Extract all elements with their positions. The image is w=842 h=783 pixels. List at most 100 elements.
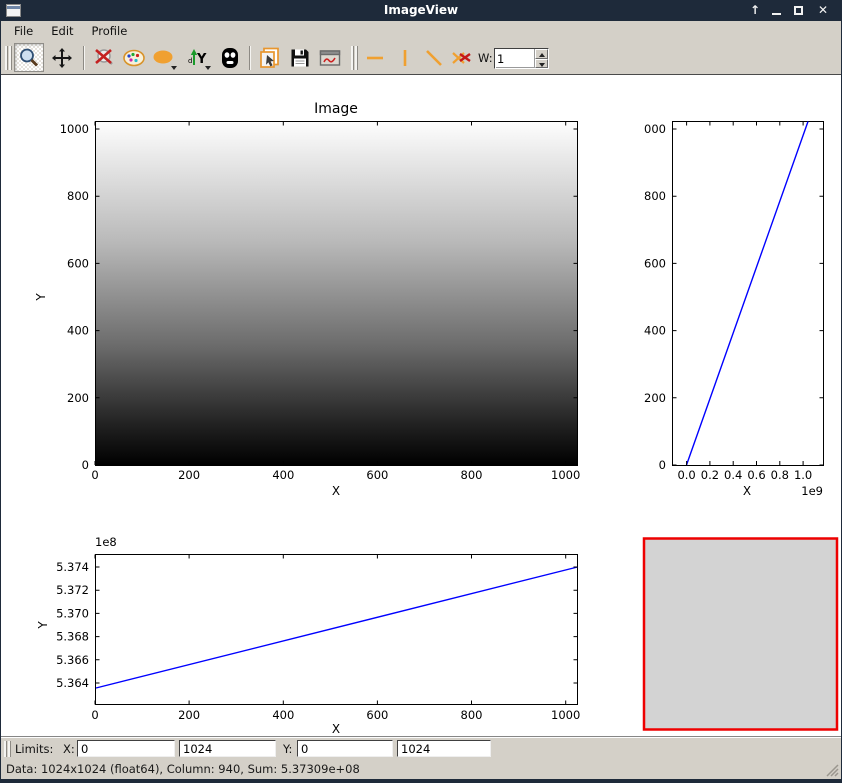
svg-text:Y: Y <box>196 52 207 67</box>
y-profile-plot[interactable]: 000 800 600 400 200 0 0.0 0.2 0.4 0.6 0.… <box>644 122 823 499</box>
menubar: File Edit Profile <box>1 21 841 41</box>
y-profile-xlabel: X <box>743 484 751 498</box>
y-max-input[interactable] <box>397 740 491 757</box>
ytick-label: 5.370 <box>56 606 89 620</box>
diagonal-profile-button[interactable] <box>419 43 449 72</box>
hline-profile-icon <box>364 46 388 70</box>
y-profile-offset-text: 1e9 <box>801 484 823 498</box>
xtick-label: 800 <box>461 468 483 482</box>
menu-file[interactable]: File <box>7 22 40 40</box>
limits-bar: Limits: X: Y: <box>1 737 841 759</box>
ytick-label: 0 <box>82 458 89 472</box>
ytick-label: 400 <box>67 324 89 338</box>
ytick-label: 1000 <box>60 122 89 136</box>
palette-icon <box>122 46 146 70</box>
ytick-label: 400 <box>644 324 666 338</box>
export-plot-button[interactable] <box>315 43 345 72</box>
ytick-label: 800 <box>67 189 89 203</box>
palette-button[interactable] <box>119 43 149 72</box>
ytick-label: 5.368 <box>56 630 89 644</box>
zoom-button[interactable] <box>14 43 44 72</box>
x-profile-xlabel: X <box>332 722 340 736</box>
ytick-label: 5.364 <box>56 676 89 690</box>
xtick-label: 0 <box>91 708 98 722</box>
close-button[interactable]: ✕ <box>814 2 832 19</box>
figure-svg: Image 1000 800 600 400 200 0 0 200 400 6… <box>1 75 841 737</box>
ytick-label: 200 <box>67 391 89 405</box>
xtick-label: 200 <box>178 468 200 482</box>
profile-toolbar-drag-handle[interactable] <box>351 46 358 70</box>
ytick-label: 5.366 <box>56 653 89 667</box>
maximize-button[interactable] <box>790 2 808 19</box>
vline-profile-icon <box>394 46 418 70</box>
limits-label: Limits: <box>15 742 53 756</box>
image-plot[interactable]: Image 1000 800 600 400 200 0 0 200 400 6… <box>34 101 580 498</box>
limits-drag-handle[interactable] <box>4 741 11 757</box>
ytick-label: 5.372 <box>56 583 89 597</box>
minimize-icon <box>772 13 781 15</box>
menu-edit[interactable]: Edit <box>44 22 80 40</box>
xtick-label: 200 <box>178 708 200 722</box>
figure-canvas[interactable]: Image 1000 800 600 400 200 0 0 200 400 6… <box>1 75 841 737</box>
xtick-label: 400 <box>272 468 294 482</box>
menu-profile[interactable]: Profile <box>85 22 135 40</box>
y-profile-frame <box>673 122 824 466</box>
export-plot-icon <box>318 46 342 70</box>
resize-grip-icon[interactable] <box>826 764 839 777</box>
zoom-reset-button[interactable] <box>89 43 119 72</box>
x-profile-frame <box>96 555 578 705</box>
image-plot-title: Image <box>314 101 358 117</box>
window-title: ImageView <box>0 3 842 17</box>
minimize-button[interactable] <box>768 2 786 19</box>
pan-icon <box>51 47 73 69</box>
toolbar-separator <box>83 46 85 70</box>
ytick-label: 0 <box>659 458 666 472</box>
width-input[interactable] <box>497 50 533 67</box>
imageview-window: ImageView ↑ ✕ File Edit Profile <box>0 0 842 783</box>
image-gradient[interactable] <box>96 122 577 465</box>
hline-profile-button[interactable] <box>361 43 391 72</box>
x-min-input[interactable] <box>77 740 175 757</box>
y-min-input[interactable] <box>297 740 393 757</box>
pan-button[interactable] <box>47 43 77 72</box>
ellipse-region-button[interactable] <box>149 43 179 72</box>
x-max-input[interactable] <box>179 740 276 757</box>
titlebar[interactable]: ImageView ↑ ✕ <box>0 0 842 21</box>
xtick-label: 0.0 <box>677 468 695 482</box>
ytick-label: 5.374 <box>56 560 89 574</box>
y-limits-label: Y: <box>283 742 292 756</box>
ytick-label: 000 <box>644 122 666 136</box>
selection-panel[interactable] <box>644 539 837 730</box>
shade-button[interactable]: ↑ <box>746 2 764 19</box>
xtick-label: 600 <box>366 468 388 482</box>
xtick-label: 0.4 <box>724 468 742 482</box>
xtick-label: 0.6 <box>747 468 765 482</box>
status-text: Data: 1024x1024 (float64), Column: 940, … <box>6 762 360 776</box>
xtick-label: 600 <box>366 708 388 722</box>
x-profile-plot[interactable]: 1e8 5.374 5.372 5.370 5.368 5.366 5.364 … <box>36 535 580 736</box>
image-plot-xlabel: X <box>332 484 340 498</box>
svg-text:d: d <box>188 57 192 65</box>
dropdown-arrow-icon <box>205 66 211 70</box>
xtick-label: 0 <box>91 468 98 482</box>
save-button[interactable] <box>285 43 315 72</box>
mask-icon <box>218 46 242 70</box>
spin-down-icon[interactable] <box>535 59 548 69</box>
ytick-label: 600 <box>67 256 89 270</box>
x-limits-label: X: <box>63 742 75 756</box>
zoom-icon <box>17 46 41 70</box>
spin-up-icon[interactable] <box>535 49 548 59</box>
zoom-reset-icon <box>92 46 116 70</box>
toolbar-separator <box>249 46 251 70</box>
vline-profile-button[interactable] <box>391 43 421 72</box>
toolbar-drag-handle[interactable] <box>5 46 12 70</box>
autoscale-y-button[interactable]: d Y <box>183 43 213 72</box>
xtick-label: 1000 <box>551 708 580 722</box>
status-bar: Data: 1024x1024 (float64), Column: 940, … <box>1 759 841 779</box>
mask-button[interactable] <box>215 43 245 72</box>
ytick-label: 600 <box>644 256 666 270</box>
copy-button[interactable] <box>255 43 285 72</box>
delete-profile-icon <box>450 46 474 70</box>
copy-icon <box>258 46 282 70</box>
delete-profile-button[interactable] <box>447 43 477 72</box>
